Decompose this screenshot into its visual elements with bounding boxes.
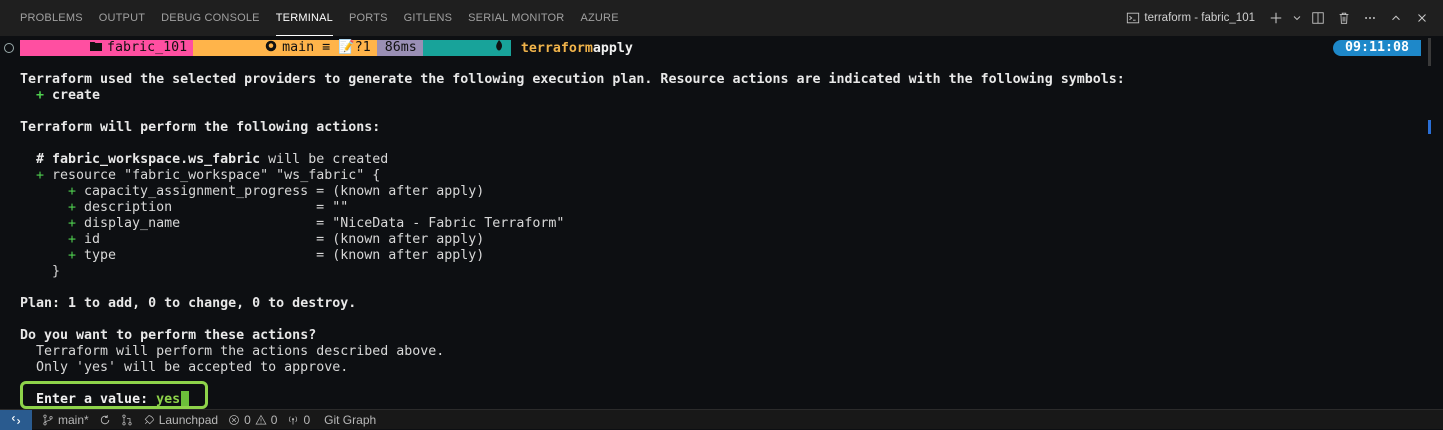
input-prompt-line[interactable]: Enter a value: yes xyxy=(36,391,190,408)
command-name: terraform xyxy=(520,40,593,56)
git-graph-label: Git Graph xyxy=(324,412,377,427)
pull-request-icon xyxy=(122,414,132,425)
broadcast-icon xyxy=(289,415,298,424)
prompt-git-segment: main ≡ 📝?1 xyxy=(193,40,377,56)
tab-terminal[interactable]: TERMINAL xyxy=(275,0,333,36)
output-line-question-approve: Only 'yes' will be accepted to approve. xyxy=(36,360,349,375)
launchpad-label: Launchpad xyxy=(158,412,219,427)
error-count: 0 xyxy=(244,412,251,427)
terminal-name: terraform - fabric_101 xyxy=(1144,12,1255,24)
command-args: apply xyxy=(592,40,633,56)
new-terminal-plus-icon[interactable] xyxy=(1265,7,1287,29)
prompt-folder: fabric_101 xyxy=(107,40,188,55)
warning-icon xyxy=(255,414,267,424)
resource-address: # fabric_workspace.ws_fabric xyxy=(36,152,261,167)
resource-will-be-created: will be created xyxy=(260,152,389,167)
prompt-duration-segment: 86ms xyxy=(376,40,423,56)
attr-line: + id = (known after apply) xyxy=(68,232,484,248)
attr-text: description = "" xyxy=(76,200,349,215)
terminal-selector[interactable]: terraform - fabric_101 xyxy=(1116,7,1261,29)
terminal-actions: terraform - fabric_101 xyxy=(1116,0,1433,36)
pull-request-button[interactable] xyxy=(121,414,133,426)
plus-symbol: + xyxy=(68,216,77,231)
github-icon xyxy=(201,24,277,73)
ports-count: 0 xyxy=(303,412,311,427)
input-value[interactable]: yes xyxy=(156,392,180,407)
plus-symbol: + xyxy=(36,88,45,103)
output-line-plan-intro: Terraform used the selected providers to… xyxy=(20,72,1125,87)
terminal-output[interactable]: fabric_101 main ≡ 📝?1 86ms terraform app… xyxy=(0,36,1443,409)
launchpad-icon xyxy=(144,414,154,424)
output-line-create-symbol: + create xyxy=(36,88,100,104)
close-icon[interactable] xyxy=(1411,7,1433,29)
attr-text: type = (known after apply) xyxy=(76,248,485,263)
tab-output[interactable]: OUTPUT xyxy=(99,0,145,36)
attr-text: id = (known after apply) xyxy=(76,232,485,247)
create-label: create xyxy=(44,88,101,103)
prompt-shell-segment xyxy=(422,39,511,56)
text-cursor xyxy=(181,391,190,406)
shell-prompt: fabric_101 main ≡ 📝?1 86ms terraform app… xyxy=(4,39,633,56)
output-line-question: Do you want to perform these actions? xyxy=(20,328,317,343)
folder-icon xyxy=(26,24,103,72)
trash-icon[interactable] xyxy=(1333,7,1355,29)
output-line-resource-block: + resource "fabric_workspace" "ws_fabric… xyxy=(36,168,380,184)
output-line-question-detail: Terraform will perform the actions descr… xyxy=(36,344,445,359)
split-terminal-icon[interactable] xyxy=(1307,7,1329,29)
prompt-duration: 86ms xyxy=(384,40,417,55)
more-actions-icon[interactable] xyxy=(1359,7,1381,29)
attr-line: + display_name = "NiceData - Fabric Terr… xyxy=(68,216,564,232)
output-line-actions: Terraform will perform the following act… xyxy=(20,120,381,135)
attr-text: display_name = "NiceData - Fabric Terraf… xyxy=(76,216,565,231)
prompt-clock: 09:11:08 xyxy=(1332,40,1421,56)
attr-line: + capacity_assignment_progress = (known … xyxy=(68,184,484,200)
shell-icon xyxy=(430,24,504,73)
remote-indicator[interactable] xyxy=(0,409,32,430)
plus-symbol: + xyxy=(68,232,77,247)
prompt-circle-icon xyxy=(4,43,14,53)
tab-ports[interactable]: PORTS xyxy=(349,0,388,36)
output-line-resource-comment: # fabric_workspace.ws_fabric will be cre… xyxy=(36,152,388,168)
plus-symbol: + xyxy=(68,248,77,263)
chevron-down-icon[interactable] xyxy=(1291,7,1303,29)
resource-declaration: resource "fabric_workspace" "ws_fabric" … xyxy=(44,168,381,183)
attr-line: + description = "" xyxy=(68,200,348,216)
prompt-git-status: main ≡ 📝?1 xyxy=(282,40,371,55)
plus-symbol: + xyxy=(68,200,77,215)
launchpad-button[interactable]: Launchpad xyxy=(143,413,218,427)
attr-line: + type = (known after apply) xyxy=(68,248,484,264)
branch-name: main* xyxy=(58,412,89,427)
terminal-icon xyxy=(1122,7,1144,29)
input-label: Enter a value: xyxy=(36,392,157,407)
branch-icon xyxy=(43,414,53,425)
prompt-folder-segment: fabric_101 xyxy=(20,40,194,56)
sync-icon xyxy=(100,414,109,424)
ports-indicator[interactable]: 0 xyxy=(287,413,310,427)
output-line-plan-summary: Plan: 1 to add, 0 to change, 0 to destro… xyxy=(20,296,357,311)
sync-button[interactable] xyxy=(99,414,111,426)
scrollbar-thumb[interactable] xyxy=(1428,38,1431,66)
remote-icon xyxy=(11,415,21,424)
status-bar: main* Launchpad 0 0 0 Git Graph xyxy=(0,409,1443,430)
plus-symbol: + xyxy=(68,184,77,199)
scrollbar-marker[interactable] xyxy=(1428,120,1431,134)
error-icon xyxy=(229,414,239,425)
chevron-up-icon[interactable] xyxy=(1385,7,1407,29)
resource-close-brace: } xyxy=(52,264,61,279)
git-graph-button[interactable]: Git Graph xyxy=(324,413,376,427)
plus-symbol: + xyxy=(36,168,45,183)
tab-azure[interactable]: AZURE xyxy=(580,0,618,36)
git-branch[interactable]: main* xyxy=(42,413,89,427)
problems-indicator[interactable]: 0 0 xyxy=(228,413,277,427)
warning-count: 0 xyxy=(270,412,278,427)
attr-text: capacity_assignment_progress = (known af… xyxy=(76,184,485,199)
